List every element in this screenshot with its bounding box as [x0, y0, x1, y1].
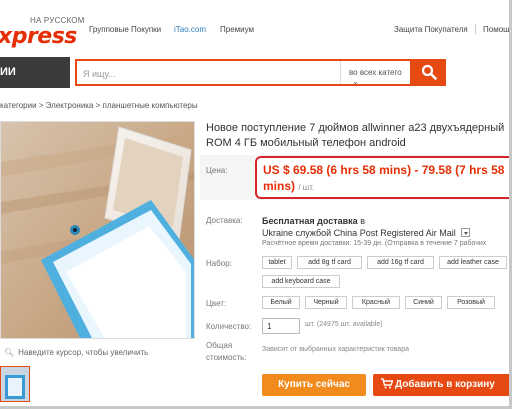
search-button[interactable]	[412, 59, 446, 86]
total-label-line1: Общая	[206, 341, 233, 350]
chevron-down-icon: ⌄	[352, 77, 359, 86]
shipping-label: Доставка:	[206, 216, 243, 225]
search-scope-label: во всех катего	[349, 68, 402, 77]
page-frame: НА РУССКОМ xpress Групповые Покупки iTao…	[0, 0, 512, 409]
bundle-option-8g[interactable]: add 8g tf card	[297, 256, 362, 269]
shipping-method-text: Ukraine службой China Post Registered Ai…	[262, 228, 456, 238]
search-box: во всех катего ⌄	[75, 59, 412, 86]
aliexpress-logo[interactable]: xpress	[0, 24, 77, 49]
shipping-to-text: в	[360, 216, 365, 226]
search-input[interactable]	[83, 66, 333, 82]
bundle-option-16g[interactable]: add 16g tf card	[367, 256, 434, 269]
tablet-photo-image	[1, 122, 194, 338]
thumbnail-image	[1, 367, 29, 401]
total-label-line2: стоимость:	[206, 353, 247, 362]
free-shipping-text: Бесплатная доставка	[262, 216, 358, 226]
itao-link[interactable]: iTao.com	[174, 25, 206, 34]
total-note: Зависит от выбранных характеристик товар…	[262, 346, 409, 353]
color-option-red[interactable]: Красный	[352, 296, 400, 309]
bundle-option-tablet[interactable]: tablet	[262, 256, 292, 269]
breadcrumb[interactable]: категории > Электроника > планшетные ком…	[0, 101, 198, 110]
bundle-label: Набор:	[206, 259, 232, 268]
premium-link[interactable]: Премиум	[220, 25, 254, 34]
top-header: НА РУССКОМ xpress Групповые Покупки iTao…	[0, 0, 509, 52]
price-unit: / шт.	[298, 183, 315, 192]
cart-icon	[381, 378, 393, 389]
color-option-white[interactable]: Белый	[262, 296, 300, 309]
buyer-protection-link[interactable]: Защита Покупателя	[394, 25, 468, 34]
add-to-cart-button[interactable]: Добавить в корзину	[373, 374, 509, 396]
search-icon	[421, 64, 437, 80]
categories-label: ИИ	[0, 66, 16, 78]
shipping-method[interactable]: Ukraine службой China Post Registered Ai…	[262, 228, 471, 238]
thumbnail-1[interactable]	[0, 366, 30, 402]
buy-now-button[interactable]: Купить сейчас	[262, 374, 366, 396]
shipping-free: Бесплатная доставка в	[262, 216, 365, 226]
zoom-hint: 🔍︎ Наведите курсор, чтобы увеличить	[4, 348, 148, 357]
header-divider	[475, 24, 476, 34]
price-label: Цена:	[206, 166, 228, 175]
color-option-black[interactable]: Черный	[305, 296, 347, 309]
shipping-eta: Расчётное время доставки: 15-39 дн. (Отп…	[262, 240, 487, 247]
group-buy-link[interactable]: Групповые Покупки	[89, 25, 161, 34]
categories-menu[interactable]: ИИ	[0, 57, 70, 88]
color-option-pink[interactable]: Розовый	[447, 296, 495, 309]
price-box: US $ 69.58 (6 hrs 58 mins) - 79.58 (7 hr…	[255, 156, 509, 199]
quantity-available: шт. (24975 шт. available)	[305, 321, 383, 328]
product-photo[interactable]	[0, 121, 195, 339]
search-scope-select[interactable]: во всех катего ⌄	[340, 61, 410, 86]
color-option-blue[interactable]: Синий	[405, 296, 442, 309]
quantity-input[interactable]: 1	[262, 318, 300, 334]
shipping-dropdown-icon[interactable]	[461, 228, 471, 237]
quantity-label: Количество:	[206, 322, 252, 331]
magnifier-icon: 🔍︎	[4, 348, 15, 357]
zoom-hint-text: Наведите курсор, чтобы увеличить	[18, 348, 149, 357]
help-link[interactable]: Помощь	[483, 25, 509, 34]
add-to-cart-label: Добавить в корзину	[395, 379, 495, 390]
bundle-option-keyboard-case[interactable]: add keyboard case	[262, 275, 340, 288]
color-label: Цвет:	[206, 299, 227, 308]
bundle-option-leather-case[interactable]: add leather case	[439, 256, 507, 269]
product-title: Новое поступление 7 дюймов allwinner a23…	[206, 122, 505, 149]
price-value: US $ 69.58 (6 hrs 58 mins) - 79.58 (7 hr…	[263, 162, 509, 196]
